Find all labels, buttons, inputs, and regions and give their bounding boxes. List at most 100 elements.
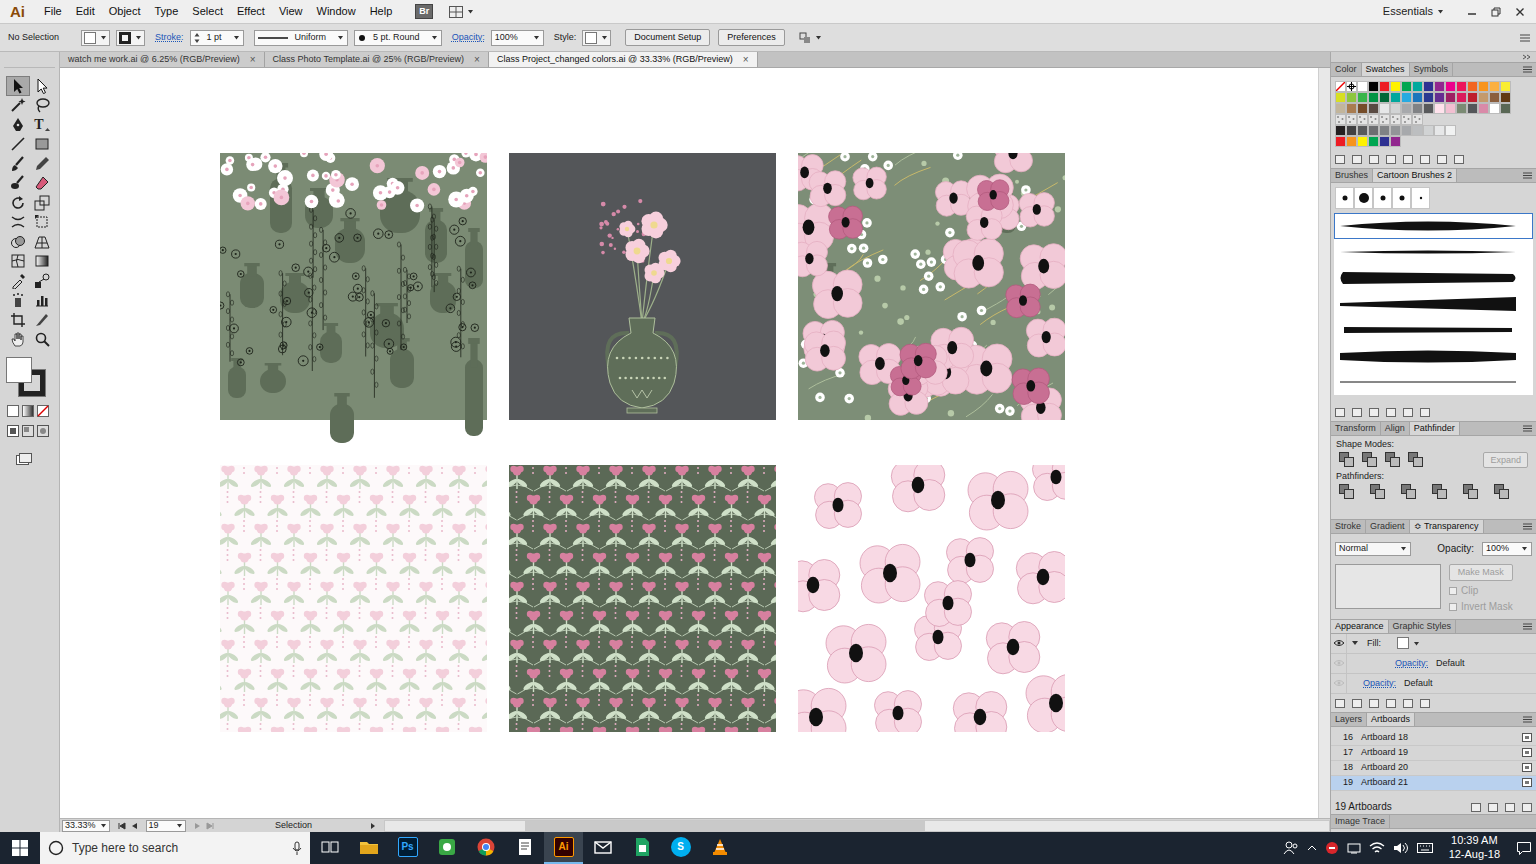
stroke-swatch[interactable] <box>116 30 145 46</box>
swatch[interactable] <box>1357 125 1368 136</box>
appearance-action-button[interactable] <box>1420 699 1430 711</box>
swatch[interactable] <box>1467 103 1478 114</box>
blob-tool[interactable] <box>6 174 30 194</box>
brush[interactable] <box>1411 187 1430 209</box>
swatch[interactable] <box>1335 114 1346 125</box>
scale-tool[interactable] <box>30 193 54 213</box>
panel-menu-button[interactable] <box>1519 713 1536 726</box>
taskbar-app[interactable] <box>583 832 622 864</box>
menu-item[interactable]: Select <box>185 2 230 21</box>
screen-mode-button[interactable] <box>16 453 32 465</box>
swatch[interactable] <box>1401 125 1412 136</box>
swatch-action-button[interactable] <box>1335 155 1345 167</box>
swatch[interactable] <box>1335 125 1346 136</box>
swatch[interactable] <box>1357 114 1368 125</box>
panel-tab-label[interactable]: ≎ Transparency <box>1414 521 1479 532</box>
language-indicator[interactable] <box>1417 842 1433 854</box>
panel-tab[interactable]: Align <box>1381 422 1410 435</box>
restore-button[interactable] <box>1484 3 1508 21</box>
vertical-scrollbar[interactable] <box>1318 68 1330 818</box>
panel-tab[interactable]: Symbols <box>1410 63 1454 76</box>
artboard-row[interactable]: 17Artboard 19 <box>1331 746 1536 761</box>
pathfinder-button[interactable] <box>1339 484 1354 499</box>
pathfinder-button[interactable] <box>1432 484 1447 499</box>
artboard-action-button[interactable] <box>1522 803 1532 812</box>
artboard-action-button[interactable] <box>1505 803 1515 812</box>
document-tab[interactable]: watch me work.ai @ 6.25% (RGB/Preview)× <box>60 52 265 67</box>
previous-artboard-button[interactable] <box>130 822 138 830</box>
control-button[interactable]: Document Setup <box>625 29 710 46</box>
swatch[interactable] <box>1379 81 1390 92</box>
swatch[interactable] <box>1335 136 1346 147</box>
swatch[interactable] <box>1346 136 1357 147</box>
swatch[interactable] <box>1368 114 1379 125</box>
pencil-tool[interactable] <box>30 154 54 174</box>
panel-tab[interactable]: Image Trace <box>1331 815 1390 828</box>
panel-menu-button[interactable] <box>1519 520 1536 533</box>
graph-tool[interactable] <box>30 291 54 311</box>
stroke-weight-value[interactable]: 1 pt <box>203 32 226 43</box>
panel-menu-button[interactable] <box>1519 169 1536 182</box>
start-button[interactable] <box>0 832 40 864</box>
swatch[interactable] <box>1489 92 1500 103</box>
document-tab-label[interactable]: Class Project_changed colors.ai @ 33.33%… <box>497 54 733 65</box>
swatch[interactable] <box>1412 125 1423 136</box>
panel-tab-label[interactable]: Stroke <box>1335 521 1361 532</box>
swatch[interactable] <box>1423 81 1434 92</box>
mask-option[interactable]: Clip <box>1449 585 1513 597</box>
draw-inside-button[interactable] <box>37 425 49 437</box>
hand-tool[interactable] <box>6 330 30 350</box>
close-tab-button[interactable]: × <box>743 54 749 66</box>
swatch[interactable] <box>1434 125 1445 136</box>
graphic-style-select[interactable] <box>582 30 611 46</box>
menu-item[interactable]: File <box>37 2 69 21</box>
swatch[interactable] <box>1390 81 1401 92</box>
fill-swatch[interactable] <box>1397 637 1409 649</box>
swatch[interactable] <box>1368 103 1379 114</box>
shapebuilder-tool[interactable] <box>6 232 30 252</box>
artboard-number[interactable]: 19 <box>149 820 159 831</box>
workspace-switcher[interactable]: Essentials <box>1383 5 1444 18</box>
checkbox[interactable] <box>1449 587 1457 595</box>
appearance-row[interactable]: Opacity:Default <box>1331 654 1536 674</box>
stroke-weight-field[interactable]: 1 pt <box>190 30 244 46</box>
taskbar-app[interactable]: Ps <box>388 832 427 864</box>
swatch[interactable] <box>1434 92 1445 103</box>
brush[interactable] <box>1354 187 1373 209</box>
brush[interactable] <box>1334 239 1533 265</box>
brush-value[interactable]: 5 pt. Round <box>369 32 424 43</box>
swatch[interactable] <box>1445 92 1456 103</box>
panel-tab-label[interactable]: Appearance <box>1335 621 1384 632</box>
document-tab-label[interactable]: watch me work.ai @ 6.25% (RGB/Preview) <box>68 54 240 65</box>
workspace-label[interactable]: Essentials <box>1383 5 1433 18</box>
taskbar-app[interactable]: S <box>661 832 700 864</box>
appearance-action-button[interactable] <box>1335 699 1345 711</box>
swatch[interactable] <box>1456 81 1467 92</box>
brush-action-button[interactable] <box>1352 408 1362 420</box>
horizontal-scrollbar[interactable] <box>384 820 1330 832</box>
swatch-action-button[interactable] <box>1420 155 1430 167</box>
rect-tool[interactable] <box>30 135 54 155</box>
make-mask-button[interactable]: Make Mask <box>1449 564 1513 581</box>
lasso-tool[interactable] <box>30 96 54 116</box>
panel-tab[interactable]: Stroke <box>1331 520 1366 533</box>
select-tool[interactable] <box>6 76 30 96</box>
type-tool[interactable]: T <box>30 115 54 135</box>
status-menu-button[interactable] <box>370 822 376 830</box>
swatch[interactable] <box>1390 103 1401 114</box>
volume-button[interactable] <box>1393 841 1409 855</box>
pathfinder-button[interactable] <box>1401 484 1416 499</box>
swatch-action-button[interactable] <box>1352 155 1362 167</box>
blend-tool[interactable] <box>30 271 54 291</box>
swatch[interactable] <box>1379 136 1390 147</box>
people-button[interactable] <box>1283 840 1299 856</box>
artboard[interactable] <box>220 465 487 732</box>
swatch-action-button[interactable] <box>1386 155 1396 167</box>
brush[interactable] <box>1334 291 1533 317</box>
swatch[interactable] <box>1346 92 1357 103</box>
artboard-options-button[interactable] <box>1522 778 1532 787</box>
panel-tab-label[interactable]: Transform <box>1335 423 1376 434</box>
pathfinder-button[interactable] <box>1370 484 1385 499</box>
artboard[interactable] <box>509 153 776 420</box>
perspective-tool[interactable] <box>30 232 54 252</box>
